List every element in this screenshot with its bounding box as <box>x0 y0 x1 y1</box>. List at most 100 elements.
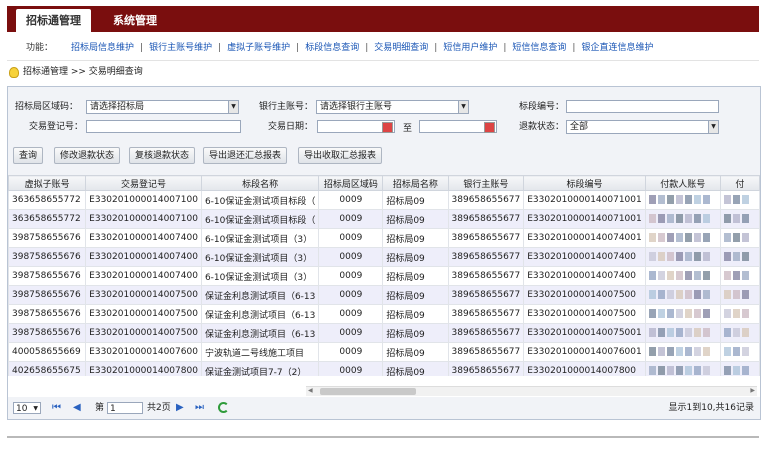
trade-date-end-input[interactable] <box>419 120 497 133</box>
review-refund-status-button[interactable]: 复核退款状态 <box>129 147 196 164</box>
function-link[interactable]: 银企直连信息维护 <box>581 43 653 53</box>
table-cell: 389658655677 <box>447 190 525 210</box>
table-cell: 389658655677 <box>447 266 525 286</box>
table-row[interactable]: 398758655676 E330201000014007500 保证金利息测试项目… <box>8 285 760 305</box>
redaction-block <box>675 252 683 261</box>
page-size-select[interactable]: 10 ▼ <box>13 402 41 414</box>
table-cell: 保证金利息测试项目（6-13 <box>200 285 320 305</box>
table-row[interactable]: 398758655676 E330201000014007400 6-10保证金测试… <box>8 266 760 286</box>
redaction-block <box>702 290 710 299</box>
table-row[interactable]: 398758655676 E330201000014007400 6-10保证金测试… <box>8 228 760 248</box>
scroll-left-icon[interactable]: ◀ <box>308 387 313 394</box>
modify-refund-status-button[interactable]: 修改退款状态 <box>54 147 121 164</box>
query-button[interactable]: 查询 <box>13 147 44 164</box>
redaction-block <box>732 214 740 223</box>
table-cell: E330201000014007100 <box>85 190 202 210</box>
section-number-input[interactable] <box>566 100 719 113</box>
scrollbar-thumb[interactable] <box>320 388 416 395</box>
table-row[interactable]: 398758655676 E330201000014007500 保证金利息测试项目… <box>8 323 760 343</box>
table-cell: 0009 <box>318 285 384 305</box>
table-cell: E330201000014007400 <box>523 266 646 286</box>
redaction-block <box>702 252 710 261</box>
column-header[interactable]: 标段编号 <box>523 175 646 191</box>
redaction-block <box>657 271 665 280</box>
redaction-block <box>648 195 656 204</box>
redaction-block <box>648 328 656 337</box>
redaction-block <box>732 252 740 261</box>
column-header[interactable]: 标段名称 <box>200 175 320 191</box>
redaction-block <box>684 309 692 318</box>
link-separator: | <box>572 43 576 53</box>
search-form: 招标局区域码： 请选择招标局 ▼ 银行主账号： 请选择银行主账号 ▼ 标段编号：… <box>8 87 760 175</box>
column-header[interactable]: 交易登记号 <box>85 175 202 191</box>
export-collection-summary-button[interactable]: 导出收取汇总报表 <box>298 147 383 164</box>
redacted-cell <box>719 361 760 376</box>
lightbulb-icon <box>9 66 19 78</box>
column-header[interactable]: 银行主账号 <box>447 175 525 191</box>
function-link[interactable]: 短信用户维护 <box>443 43 497 53</box>
table-cell: 招标局09 <box>382 209 449 229</box>
table-row[interactable]: 402658655675 E330201000014007800 保证金测试项目7-… <box>8 361 760 376</box>
column-header[interactable]: 招标局名称 <box>382 175 449 191</box>
redaction-block <box>732 309 740 318</box>
function-link[interactable]: 银行主账号维护 <box>149 43 212 53</box>
calendar-icon[interactable] <box>382 122 393 133</box>
redacted-cell <box>644 304 721 324</box>
table-cell: 招标局09 <box>382 247 449 267</box>
table-row[interactable]: 363658655772 E330201000014007100 6-10保证金测试… <box>8 209 760 229</box>
bank-account-select[interactable]: 请选择银行主账号 ▼ <box>316 100 469 114</box>
function-link[interactable]: 标段信息查询 <box>305 43 359 53</box>
link-separator: | <box>140 43 144 53</box>
tab-bidding-management[interactable]: 招标通管理 <box>16 9 91 32</box>
refresh-icon[interactable] <box>218 402 229 413</box>
function-link[interactable]: 招标局信息维护 <box>71 43 134 53</box>
registration-number-input[interactable] <box>86 120 241 133</box>
redacted-cell <box>719 285 760 305</box>
table-cell: 招标局09 <box>382 266 449 286</box>
breadcrumb: 招标通管理 >> 交易明细查询 <box>7 64 143 80</box>
column-header[interactable]: 付 <box>719 175 760 191</box>
redaction-block <box>684 328 692 337</box>
refund-status-select[interactable]: 全部 ▼ <box>566 120 719 134</box>
table-row[interactable]: 398758655676 E330201000014007400 6-10保证金测试… <box>8 247 760 267</box>
redaction-block <box>657 233 665 242</box>
page-number-input[interactable]: 1 <box>107 402 143 414</box>
tab-system-management[interactable]: 系统管理 <box>103 9 167 32</box>
table-row[interactable]: 400058655669 E330201000014007600 宁波轨道二号线施工… <box>8 342 760 362</box>
next-page-icon[interactable]: ▶ <box>176 397 184 419</box>
table-cell: E330201000014007500 <box>523 304 646 324</box>
trade-date-start-input[interactable] <box>317 120 395 133</box>
redacted-cell <box>644 247 721 267</box>
last-page-icon[interactable]: ⏭ <box>195 397 204 419</box>
column-header[interactable]: 招标局区域码 <box>318 175 384 191</box>
link-separator: | <box>365 43 369 53</box>
redacted-cell <box>644 190 721 210</box>
table-row[interactable]: 398758655676 E330201000014007500 保证金利息测试项目… <box>8 304 760 324</box>
export-refund-summary-button[interactable]: 导出退还汇总报表 <box>203 147 288 164</box>
redaction-block <box>675 195 683 204</box>
redaction-block <box>648 347 656 356</box>
column-header[interactable]: 付款人账号 <box>644 175 721 191</box>
function-link[interactable]: 短信信息查询 <box>512 43 566 53</box>
table-row[interactable]: 363658655772 E330201000014007100 6-10保证金测试… <box>8 190 760 210</box>
function-link[interactable]: 交易明细查询 <box>374 43 428 53</box>
redaction-block <box>741 252 749 261</box>
redaction-block <box>675 214 683 223</box>
redaction-block <box>675 290 683 299</box>
table-cell: 389658655677 <box>447 361 525 376</box>
column-header[interactable]: 虚拟子账号 <box>8 175 87 191</box>
area-code-select-value: 请选择招标局 <box>90 102 145 112</box>
first-page-icon[interactable]: ⏮ <box>52 397 61 419</box>
area-code-select[interactable]: 请选择招标局 ▼ <box>86 100 239 114</box>
record-summary: 显示1到10,共16记录 <box>668 403 755 413</box>
bank-account-label: 银行主账号： <box>258 102 313 112</box>
redaction-block <box>732 271 740 280</box>
redaction-block <box>648 252 656 261</box>
redaction-block <box>648 214 656 223</box>
function-link[interactable]: 虚拟子账号维护 <box>227 43 290 53</box>
refund-status-select-value: 全部 <box>570 122 589 132</box>
previous-page-icon[interactable]: ◀ <box>73 397 81 419</box>
redaction-block <box>657 252 665 261</box>
horizontal-scrollbar[interactable]: ◀ ▶ <box>306 386 757 396</box>
scroll-right-icon[interactable]: ▶ <box>750 387 755 394</box>
